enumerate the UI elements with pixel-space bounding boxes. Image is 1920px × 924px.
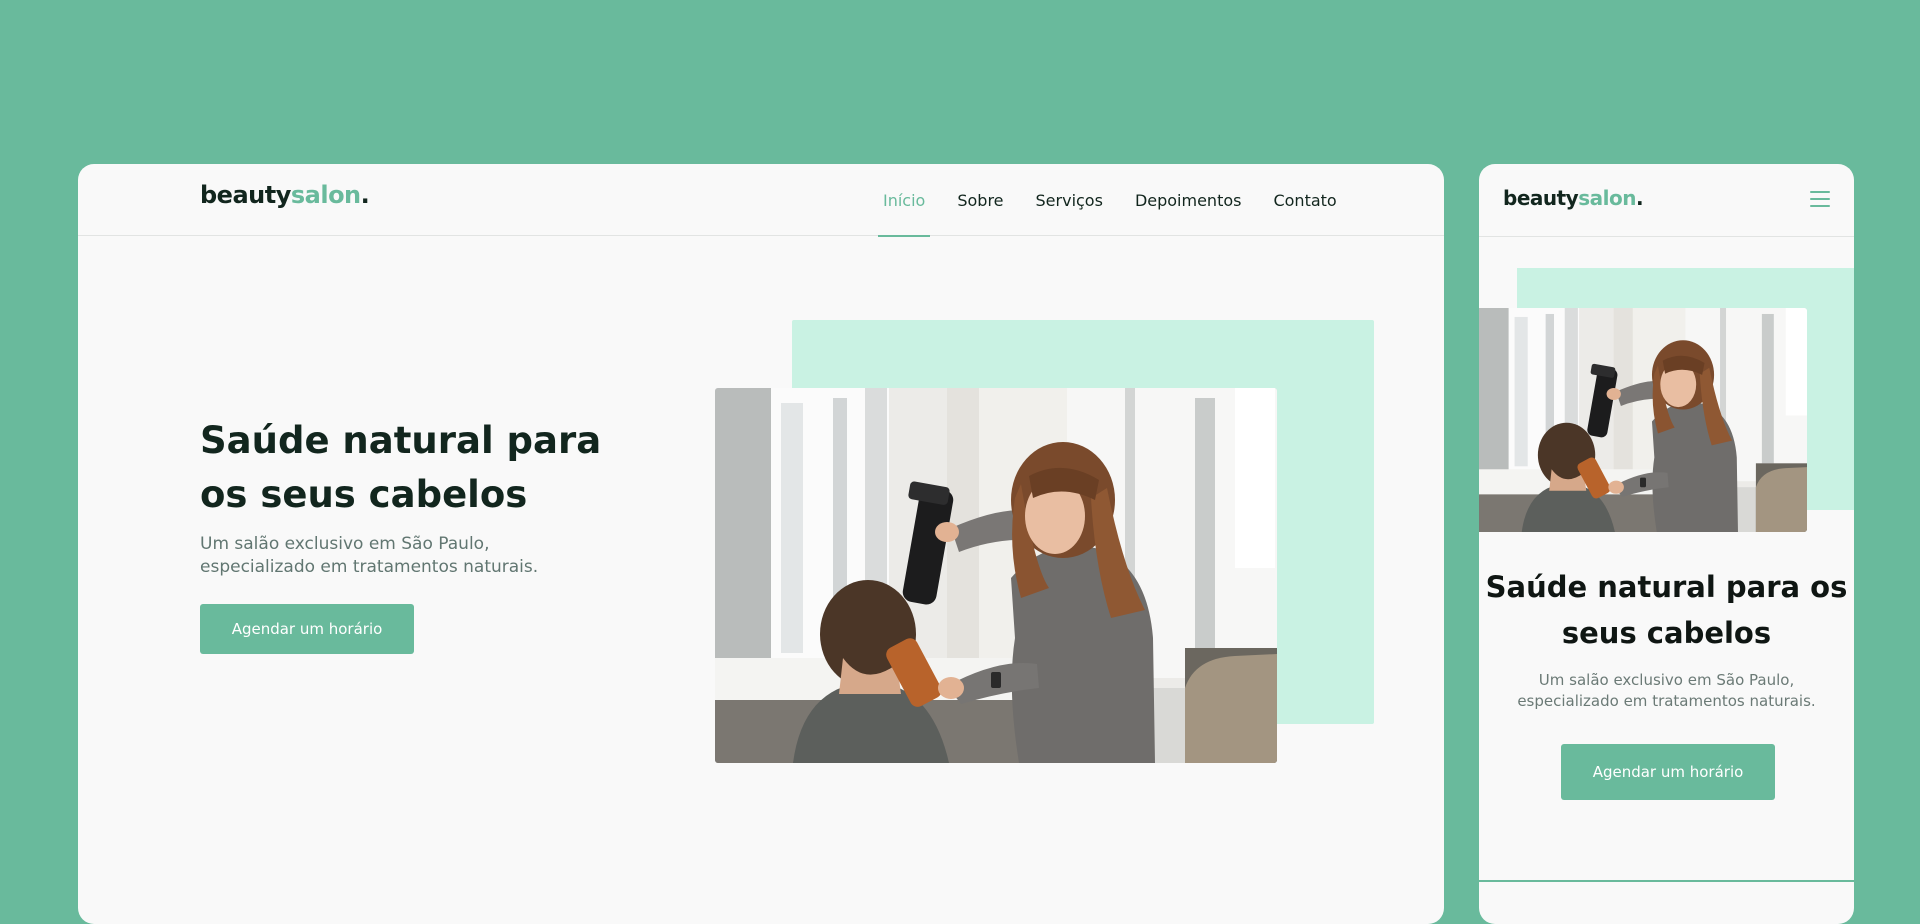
nav-item-depoimentos[interactable]: Depoimentos: [1130, 164, 1247, 236]
section-divider: [1479, 880, 1854, 882]
mobile-header: beautysalon.: [1479, 164, 1854, 236]
desktop-preview: beautysalon. Início Sobre Serviços Depoi…: [78, 164, 1444, 924]
hero-photo: [715, 388, 1277, 763]
nav-item-inicio[interactable]: Início: [878, 164, 931, 237]
mobile-brand-logo[interactable]: beautysalon.: [1503, 186, 1644, 210]
mobile-schedule-appointment-button[interactable]: Agendar um horário: [1561, 744, 1775, 800]
brand-logo[interactable]: beautysalon.: [200, 181, 370, 209]
brand-logo-dot: .: [1635, 186, 1644, 210]
mobile-hero-title: Saúde natural para os seus cabelos: [1485, 570, 1848, 650]
site-header: beautysalon. Início Sobre Serviços Depoi…: [78, 164, 1444, 237]
brand-logo-part-beauty: beauty: [200, 181, 291, 209]
nav-item-contato[interactable]: Contato: [1268, 164, 1341, 236]
header-divider: [1479, 236, 1854, 237]
hamburger-menu-icon[interactable]: [1810, 191, 1830, 207]
mobile-hero-description: Um salão exclusivo em São Paulo, especia…: [1517, 671, 1816, 710]
nav-item-sobre[interactable]: Sobre: [952, 164, 1008, 236]
hero-title: Saúde natural para os seus cabelos: [200, 419, 602, 516]
schedule-appointment-button[interactable]: Agendar um horário: [200, 604, 414, 654]
brand-logo-part-salon: salon: [1578, 186, 1636, 210]
main-nav: Início Sobre Serviços Depoimentos Contat…: [878, 164, 1342, 237]
hero-description: Um salão exclusivo em São Paulo, especia…: [200, 534, 539, 577]
mobile-hero-photo: [1479, 308, 1807, 532]
brand-logo-part-beauty: beauty: [1503, 186, 1579, 210]
brand-logo-part-salon: salon: [290, 181, 361, 209]
nav-item-servicos[interactable]: Serviços: [1031, 164, 1108, 236]
mobile-preview: beautysalon. Saúde natural para os seus …: [1479, 164, 1854, 924]
brand-logo-dot: .: [360, 181, 370, 209]
